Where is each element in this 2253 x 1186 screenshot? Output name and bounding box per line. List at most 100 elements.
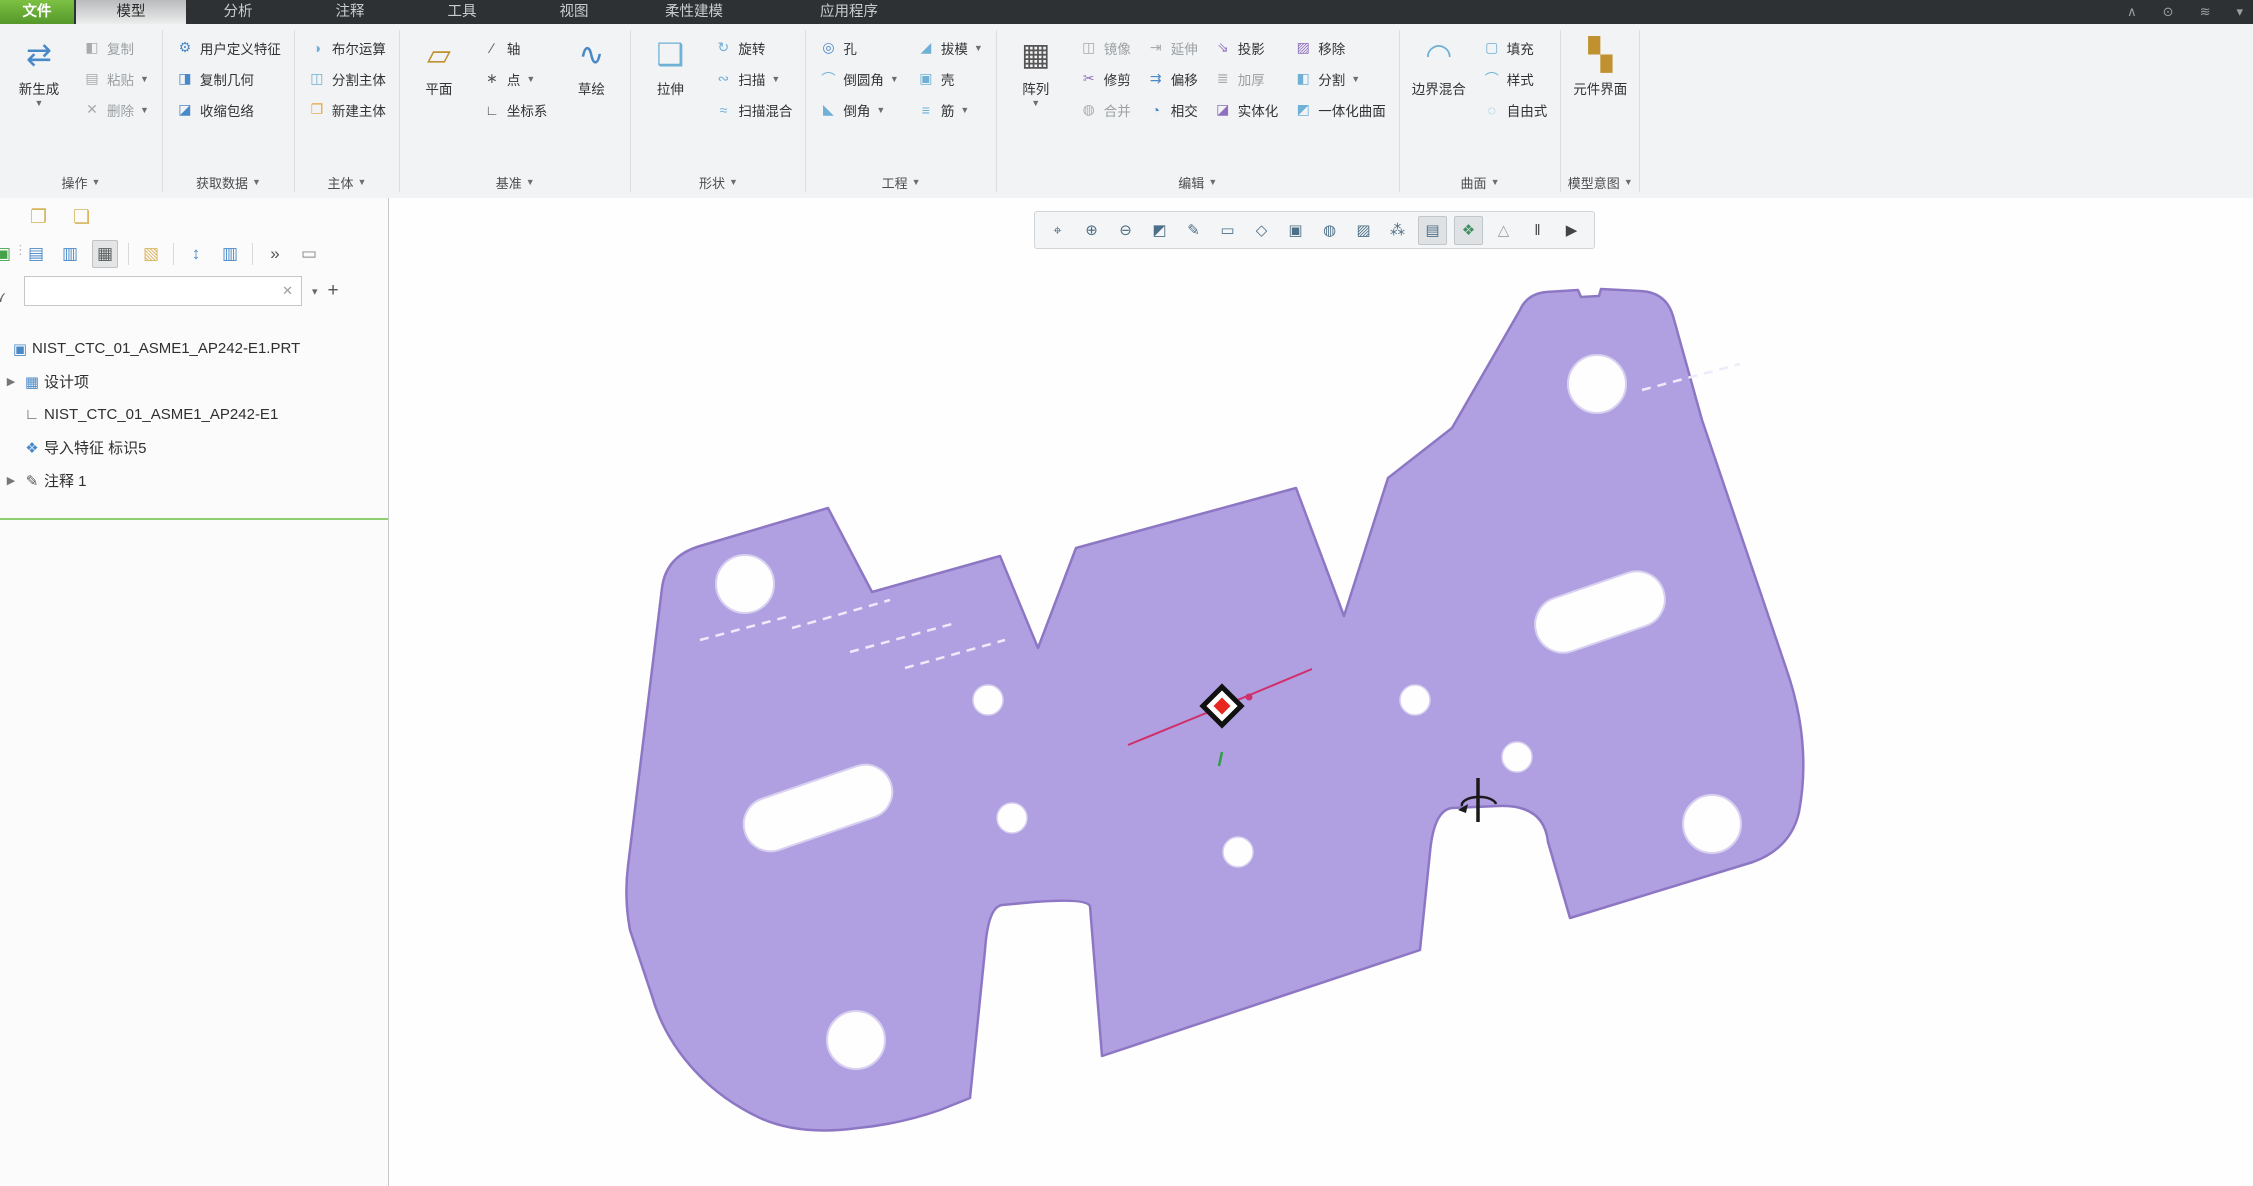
tab-analysis[interactable]: 分析 xyxy=(198,0,278,24)
tab-flexible-modeling[interactable]: 柔性建模 xyxy=(628,0,760,24)
sweep-button[interactable]: ∾ 扫描 ▼ xyxy=(707,63,799,94)
remove-button[interactable]: ▨ 移除 xyxy=(1287,32,1393,63)
chamfer-button[interactable]: ◣ 倒角 ▼ xyxy=(812,94,905,125)
extrude-button[interactable]: ❑ 拉伸 xyxy=(637,32,703,100)
offset-button[interactable]: ⇉ 偏移 xyxy=(1140,63,1205,94)
more-options-icon[interactable]: ▾ xyxy=(2236,4,2243,20)
group-label-model-intent[interactable]: 模型意图▼ xyxy=(1567,170,1633,194)
boundary-blend-button[interactable]: ◠ 边界混合 xyxy=(1406,32,1472,100)
tree-search-input[interactable]: ✕ xyxy=(24,276,302,306)
mirror-button[interactable]: ◫ 镜像 xyxy=(1073,32,1138,63)
divide-button[interactable]: ◧ 分割 ▼ xyxy=(1287,63,1393,94)
saved-orientations-icon[interactable]: ▣ xyxy=(1282,217,1309,244)
tab-file[interactable]: 文件 xyxy=(0,0,74,24)
tree-display-icon[interactable]: ▥ xyxy=(218,241,242,267)
warnings-icon[interactable]: △ xyxy=(1490,217,1517,244)
pause-icon[interactable]: ‖ xyxy=(1524,217,1551,244)
switch-windows-icon[interactable]: ≋ xyxy=(2200,4,2211,20)
tree-item-design-items[interactable]: ▶ ▦ 设计项 xyxy=(0,365,388,398)
unify-surface-button[interactable]: ◩ 一体化曲面 xyxy=(1287,94,1393,125)
sketch-button[interactable]: ∿ 草绘 xyxy=(558,32,624,100)
search-add-icon[interactable]: + xyxy=(328,280,339,302)
project-button[interactable]: ⇘ 投影 xyxy=(1207,32,1286,63)
tree-compact-icon[interactable]: ▥ xyxy=(58,241,82,267)
datum-plane-button[interactable]: ▱ 平面 xyxy=(406,32,472,100)
split-body-button[interactable]: ◫ 分割主体 xyxy=(301,63,393,94)
revolve-button[interactable]: ↻ 旋转 xyxy=(707,32,799,63)
step-forward-icon[interactable]: ▶ xyxy=(1558,217,1585,244)
regenerate-button[interactable]: ⇄ 新生成 ▼ xyxy=(6,32,72,110)
tree-columns-icon[interactable]: ▦ xyxy=(92,240,118,268)
favorites-folder-icon[interactable]: ❏ xyxy=(73,206,90,229)
tab-annotate[interactable]: 注释 xyxy=(310,0,390,24)
extend-button[interactable]: ⇥ 延伸 xyxy=(1140,32,1205,63)
rib-button[interactable]: ≡ 筋 ▼ xyxy=(910,94,990,125)
tree-overflow-icon[interactable]: » xyxy=(263,241,287,267)
tree-settings-icon[interactable]: ▭ xyxy=(297,241,321,267)
tree-item-import-feature[interactable]: ❖ 导入特征 标识5 xyxy=(0,431,388,464)
new-body-button[interactable]: ❐ 新建主体 xyxy=(301,94,393,125)
datum-axis-button[interactable]: ∕ 轴 xyxy=(476,32,555,63)
tab-view[interactable]: 视图 xyxy=(534,0,614,24)
tree-item-csys[interactable]: ∟ NIST_CTC_01_ASME1_AP242-E1 xyxy=(0,398,388,431)
group-label-editing[interactable]: 编辑▼ xyxy=(1003,170,1393,194)
delete-button[interactable]: ✕ 删除 ▼ xyxy=(76,94,156,125)
clear-search-icon[interactable]: ✕ xyxy=(282,283,293,299)
copy-button[interactable]: ◧ 复制 xyxy=(76,32,156,63)
group-label-get-data[interactable]: 获取数据▼ xyxy=(169,170,288,194)
group-label-operations[interactable]: 操作▼ xyxy=(6,170,156,194)
recent-folders-icon[interactable]: ❐ xyxy=(30,206,47,229)
tree-sort-icon[interactable]: ↕ xyxy=(184,241,208,267)
section-icon[interactable]: ▨ xyxy=(1350,217,1377,244)
copy-geometry-button[interactable]: ◨ 复制几何 xyxy=(169,63,288,94)
group-label-engineering[interactable]: 工程▼ xyxy=(812,170,989,194)
merge-button[interactable]: ◍ 合并 xyxy=(1073,94,1138,125)
tree-filters-icon[interactable]: ▧ xyxy=(139,241,163,267)
solidify-button[interactable]: ◪ 实体化 xyxy=(1207,94,1286,125)
datum-display-icon[interactable]: ⁂ xyxy=(1384,217,1411,244)
trim-button[interactable]: ✂ 修剪 xyxy=(1073,63,1138,94)
tree-item-annotation[interactable]: ▶ ✎ 注释 1 xyxy=(0,464,388,497)
freestyle-button[interactable]: ◌ 自由式 xyxy=(1476,94,1555,125)
collapse-ribbon-icon[interactable]: ∧ xyxy=(2127,4,2137,20)
group-label-body[interactable]: 主体▼ xyxy=(301,170,393,194)
display-style-icon[interactable]: ✎ xyxy=(1180,217,1207,244)
shaded-view-icon[interactable]: ◇ xyxy=(1248,217,1275,244)
zoom-out-icon[interactable]: ⊖ xyxy=(1112,217,1139,244)
expand-arrow-icon[interactable]: ▶ xyxy=(2,474,20,487)
tab-model[interactable]: 模型 xyxy=(76,0,186,24)
group-label-surfaces[interactable]: 曲面▼ xyxy=(1406,170,1555,194)
shell-button[interactable]: ▣ 壳 xyxy=(910,63,990,94)
expand-arrow-icon[interactable]: ▶ xyxy=(2,375,20,388)
annotation-display-icon[interactable]: ▤ xyxy=(1418,216,1447,245)
search-dropdown-icon[interactable]: ▾ xyxy=(312,285,318,298)
spin-center-icon[interactable]: ❖ xyxy=(1454,216,1483,245)
zoom-in-icon[interactable]: ⊕ xyxy=(1078,217,1105,244)
group-label-datum[interactable]: 基准▼ xyxy=(406,170,625,194)
view-manager-icon[interactable]: ◍ xyxy=(1316,217,1343,244)
model-canvas[interactable] xyxy=(389,198,2253,1186)
shrinkwrap-button[interactable]: ◪ 收缩包络 xyxy=(169,94,288,125)
datum-point-button[interactable]: ∗ 点 ▼ xyxy=(476,63,555,94)
boolean-operations-button[interactable]: ◑ 布尔运算 xyxy=(301,32,393,63)
command-search-icon[interactable]: ⊙ xyxy=(2163,4,2174,20)
hole-button[interactable]: ◎ 孔 xyxy=(812,32,905,63)
group-label-shapes[interactable]: 形状▼ xyxy=(637,170,799,194)
tab-applications[interactable]: 应用程序 xyxy=(786,0,912,24)
tab-tools[interactable]: 工具 xyxy=(422,0,502,24)
repaint-icon[interactable]: ◩ xyxy=(1146,217,1173,244)
draft-button[interactable]: ◢ 拔模 ▼ xyxy=(910,32,990,63)
intersect-button[interactable]: ◔ 相交 xyxy=(1140,94,1205,125)
tree-separator[interactable] xyxy=(0,518,388,520)
datum-csys-button[interactable]: ∟ 坐标系 xyxy=(476,94,555,125)
pattern-button[interactable]: ▦ 阵列 ▼ xyxy=(1003,32,1069,110)
udf-button[interactable]: ⚙ 用户定义特征 xyxy=(169,32,288,63)
tree-item-part-root[interactable]: ▣ NIST_CTC_01_ASME1_AP242-E1.PRT xyxy=(0,332,388,365)
thicken-button[interactable]: ≣ 加厚 xyxy=(1207,63,1286,94)
hidden-line-icon[interactable]: ▭ xyxy=(1214,217,1241,244)
swept-blend-button[interactable]: ≈ 扫描混合 xyxy=(707,94,799,125)
fill-button[interactable]: ▢ 填充 xyxy=(1476,32,1555,63)
round-button[interactable]: ⌒ 倒圆角 ▼ xyxy=(812,63,905,94)
tree-list-icon[interactable]: ▤ xyxy=(24,241,48,267)
component-interface-button[interactable]: ▚ 元件界面 xyxy=(1567,32,1633,100)
